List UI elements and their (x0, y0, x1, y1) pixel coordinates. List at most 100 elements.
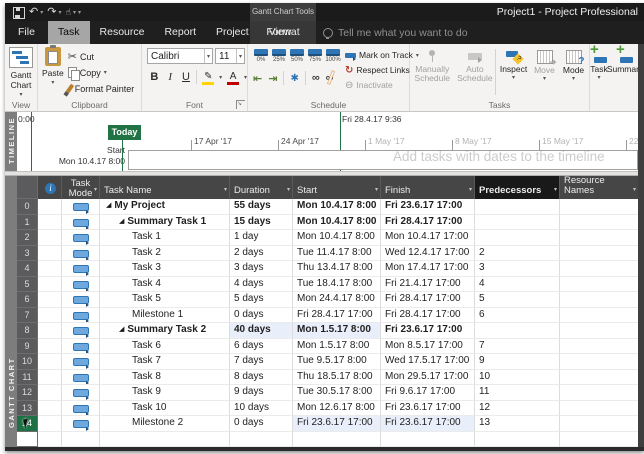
font-color-button[interactable]: A (227, 72, 239, 82)
filter-dropdown-icon[interactable]: ▾ (94, 185, 97, 195)
italic-button[interactable]: I (165, 71, 176, 83)
format-painter-button[interactable]: Format Painter (68, 81, 135, 96)
filter-dropdown-icon[interactable]: ▾ (633, 185, 636, 195)
info-cell[interactable] (38, 401, 62, 417)
unlink-tasks-icon[interactable]: ∞ (326, 72, 334, 84)
duration-cell[interactable]: 0 days (230, 416, 293, 432)
tab-format[interactable]: Format (250, 21, 316, 44)
pred-cell[interactable] (475, 199, 560, 215)
auto-schedule-button[interactable]: Auto Schedule (455, 47, 496, 83)
info-cell[interactable] (38, 339, 62, 355)
row-number[interactable]: 9 (17, 339, 38, 355)
info-cell[interactable] (38, 354, 62, 370)
duration-cell[interactable]: 7 days (230, 354, 293, 370)
start-cell[interactable]: Mon 12.6.17 8:00 (293, 401, 381, 417)
split-task-icon[interactable]: ✱ (290, 73, 298, 84)
row-number[interactable]: 7 (17, 308, 38, 324)
res-cell[interactable] (560, 246, 638, 262)
duration-cell[interactable]: 3 days (230, 261, 293, 277)
res-cell[interactable] (560, 292, 638, 308)
task-name-cell[interactable]: Task 3 (100, 261, 230, 277)
duration-cell[interactable]: 15 days (230, 215, 293, 231)
tab-file[interactable]: File (5, 21, 48, 44)
info-cell[interactable] (38, 323, 62, 339)
start-cell[interactable]: Tue 18.4.17 8:00 (293, 277, 381, 293)
paste-button[interactable]: Paste ▾ (42, 47, 64, 96)
empty-cell[interactable] (38, 432, 62, 448)
background-color-button[interactable]: ✎ (202, 72, 214, 82)
duration-cell[interactable]: 55 days (230, 199, 293, 215)
empty-cell[interactable] (230, 432, 293, 448)
row-number[interactable]: 11 (17, 370, 38, 386)
info-cell[interactable] (38, 199, 62, 215)
info-cell[interactable] (38, 215, 62, 231)
pred-cell[interactable] (475, 323, 560, 339)
column-header-info[interactable]: i (38, 176, 62, 199)
task-mode-cell[interactable] (62, 385, 100, 401)
empty-cell[interactable] (475, 432, 560, 448)
info-cell[interactable] (38, 230, 62, 246)
start-cell[interactable]: Mon 1.5.17 8:00 (293, 323, 381, 339)
pred-cell[interactable]: 4 (475, 277, 560, 293)
res-cell[interactable] (560, 277, 638, 293)
row-number[interactable]: 4 (17, 261, 38, 277)
timeline-pane-strip[interactable]: TIMELINE (5, 112, 17, 171)
start-cell[interactable]: Thu 13.4.17 8:00 (293, 261, 381, 277)
start-cell[interactable]: Mon 10.4.17 8:00 (293, 199, 381, 215)
finish-cell[interactable]: Wed 12.4.17 17:00 (381, 246, 475, 262)
start-cell[interactable]: Tue 9.5.17 8:00 (293, 354, 381, 370)
redo-icon[interactable]: ↷ (47, 4, 56, 20)
info-cell[interactable] (38, 261, 62, 277)
task-name-cell[interactable]: ◢Summary Task 2 (100, 323, 230, 339)
task-name-cell[interactable]: Milestone 2 (100, 416, 230, 432)
empty-cell[interactable] (17, 432, 38, 448)
gantt-chart-pane-strip[interactable]: GANTT CHART (5, 176, 17, 447)
pred-cell[interactable] (475, 215, 560, 231)
info-cell[interactable] (38, 292, 62, 308)
row-number[interactable]: 13 (17, 401, 38, 417)
task-name-cell[interactable]: ◢Summary Task 1 (100, 215, 230, 231)
filter-dropdown-icon[interactable]: ▾ (375, 185, 378, 195)
task-mode-cell[interactable] (62, 370, 100, 386)
task-mode-cell[interactable] (62, 416, 100, 432)
res-cell[interactable] (560, 199, 638, 215)
task-mode-cell[interactable] (62, 401, 100, 417)
row-number[interactable]: 10 (17, 354, 38, 370)
duration-cell[interactable]: 40 days (230, 323, 293, 339)
finish-cell[interactable]: Mon 17.4.17 17:00 (381, 261, 475, 277)
empty-cell[interactable] (100, 432, 230, 448)
column-header-name[interactable]: Task Name▾ (100, 176, 230, 199)
finish-cell[interactable]: Mon 29.5.17 17:00 (381, 370, 475, 386)
row-number[interactable]: 8 (17, 323, 38, 339)
duration-cell[interactable]: 2 days (230, 246, 293, 262)
row-number[interactable]: 5 (17, 277, 38, 293)
info-cell[interactable] (38, 385, 62, 401)
filter-dropdown-icon[interactable]: ▾ (469, 185, 472, 195)
font-name-combo[interactable]: Calibri ▾ (147, 48, 213, 64)
res-cell[interactable] (560, 215, 638, 231)
pred-cell[interactable] (475, 230, 560, 246)
outdent-task-icon[interactable]: ⇤ (253, 72, 262, 85)
task-mode-cell[interactable] (62, 261, 100, 277)
task-name-cell[interactable]: Task 7 (100, 354, 230, 370)
row-number[interactable]: 12 (17, 385, 38, 401)
duration-cell[interactable]: 5 days (230, 292, 293, 308)
save-icon[interactable] (13, 7, 25, 19)
res-cell[interactable] (560, 308, 638, 324)
undo-icon[interactable]: ↶ (29, 4, 38, 20)
info-cell[interactable] (38, 416, 62, 432)
column-header-mode[interactable]: Task Mode▾ (62, 176, 100, 199)
indent-task-icon[interactable]: ⇥ (268, 72, 277, 85)
finish-cell[interactable]: Wed 17.5.17 17:00 (381, 354, 475, 370)
duration-cell[interactable]: 6 days (230, 339, 293, 355)
pred-cell[interactable]: 2 (475, 246, 560, 262)
move-button[interactable]: ➜ Move ▾ (531, 47, 558, 84)
tab-report[interactable]: Report (154, 21, 206, 44)
task-mode-cell[interactable] (62, 246, 100, 262)
task-mode-cell[interactable] (62, 339, 100, 355)
empty-cell[interactable] (381, 432, 475, 448)
pred-cell[interactable]: 10 (475, 370, 560, 386)
info-cell[interactable] (38, 277, 62, 293)
cut-button[interactable]: ✂ Cut (68, 49, 135, 64)
task-mode-cell[interactable] (62, 323, 100, 339)
